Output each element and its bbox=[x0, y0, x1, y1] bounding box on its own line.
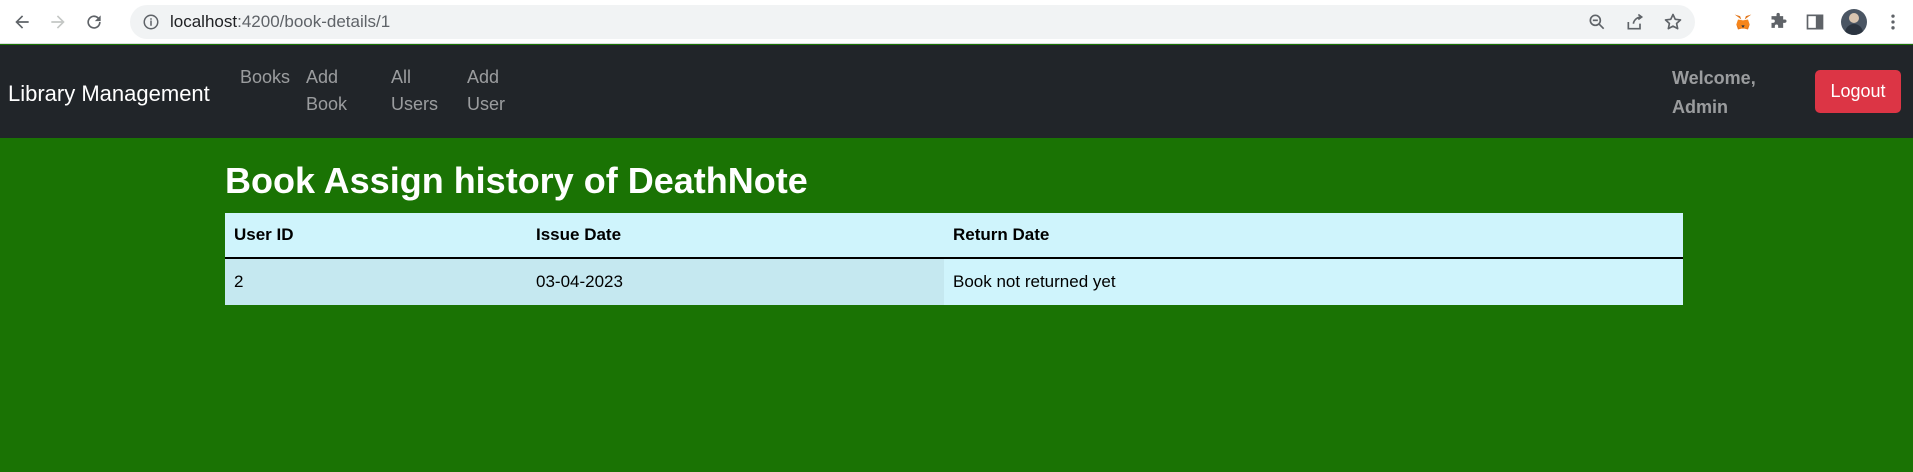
table-header-row: User ID Issue Date Return Date bbox=[225, 213, 1683, 259]
url-host: localhost bbox=[170, 12, 238, 31]
assign-history-table: User ID Issue Date Return Date 2 03-04-2… bbox=[225, 213, 1683, 305]
cell-user-id: 2 bbox=[225, 258, 527, 305]
nav-link-all-users-line2: Users bbox=[391, 94, 439, 114]
more-vert-icon[interactable] bbox=[1883, 12, 1903, 32]
header-issue-date: Issue Date bbox=[527, 213, 944, 259]
info-icon[interactable] bbox=[142, 13, 160, 31]
forward-icon[interactable] bbox=[44, 8, 72, 36]
profile-avatar[interactable] bbox=[1841, 9, 1867, 35]
back-icon[interactable] bbox=[8, 8, 36, 36]
metamask-fox-icon[interactable] bbox=[1733, 12, 1753, 32]
side-panel-icon[interactable] bbox=[1805, 12, 1825, 32]
share-icon[interactable] bbox=[1625, 12, 1645, 32]
welcome-line2: Admin bbox=[1672, 97, 1728, 117]
logout-button[interactable]: Logout bbox=[1815, 70, 1901, 113]
url-text: localhost:4200/book-details/1 bbox=[170, 12, 390, 32]
nav-link-add-book-line1: Add bbox=[306, 67, 339, 87]
nav-link-add-user-line1: Add bbox=[467, 67, 500, 87]
url-path: :4200/book-details/1 bbox=[237, 12, 391, 31]
nav-link-add-book-line2: Book bbox=[306, 94, 348, 114]
cell-issue-date: 03-04-2023 bbox=[527, 258, 944, 305]
app-navbar: Library Management Books Add Book All Us… bbox=[0, 45, 1913, 138]
nav-link-books-label: Books bbox=[240, 67, 291, 87]
header-user-id: User ID bbox=[225, 213, 527, 259]
brand-link[interactable]: Library Management bbox=[8, 81, 210, 107]
header-return-date: Return Date bbox=[944, 213, 1683, 259]
table-row: 2 03-04-2023 Book not returned yet bbox=[225, 258, 1683, 305]
nav-link-add-user-line2: User bbox=[467, 94, 506, 114]
page-title: Book Assign history of DeathNote bbox=[225, 160, 808, 201]
nav-link-add-user[interactable]: Add User bbox=[467, 64, 527, 118]
browser-toolbar: localhost:4200/book-details/1 bbox=[0, 0, 1913, 44]
nav-link-books[interactable]: Books bbox=[240, 64, 300, 91]
welcome-text: Welcome, Admin bbox=[1672, 64, 1782, 122]
welcome-line1: Welcome, bbox=[1672, 68, 1756, 88]
nav-link-add-book[interactable]: Add Book bbox=[306, 64, 366, 118]
zoom-icon[interactable] bbox=[1587, 12, 1607, 32]
reload-icon[interactable] bbox=[80, 8, 108, 36]
nav-link-all-users-line1: All bbox=[391, 67, 412, 87]
nav-link-all-users[interactable]: All Users bbox=[391, 64, 451, 118]
cell-return-date: Book not returned yet bbox=[944, 258, 1683, 305]
address-bar[interactable]: localhost:4200/book-details/1 bbox=[130, 5, 1695, 39]
star-icon[interactable] bbox=[1663, 12, 1683, 32]
extensions-puzzle-icon[interactable] bbox=[1769, 12, 1789, 32]
